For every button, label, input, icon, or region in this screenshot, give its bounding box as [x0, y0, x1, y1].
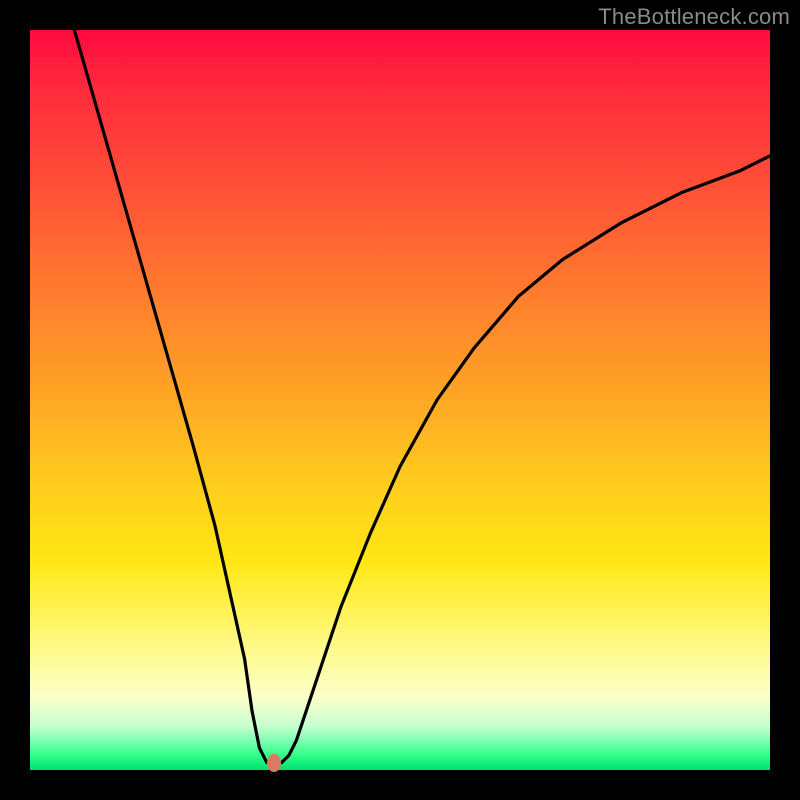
curve-svg [30, 30, 770, 770]
minimum-marker [267, 754, 281, 772]
curve-line [74, 30, 770, 763]
chart-frame: TheBottleneck.com [0, 0, 800, 800]
watermark-text: TheBottleneck.com [598, 4, 790, 30]
plot-area [30, 30, 770, 770]
